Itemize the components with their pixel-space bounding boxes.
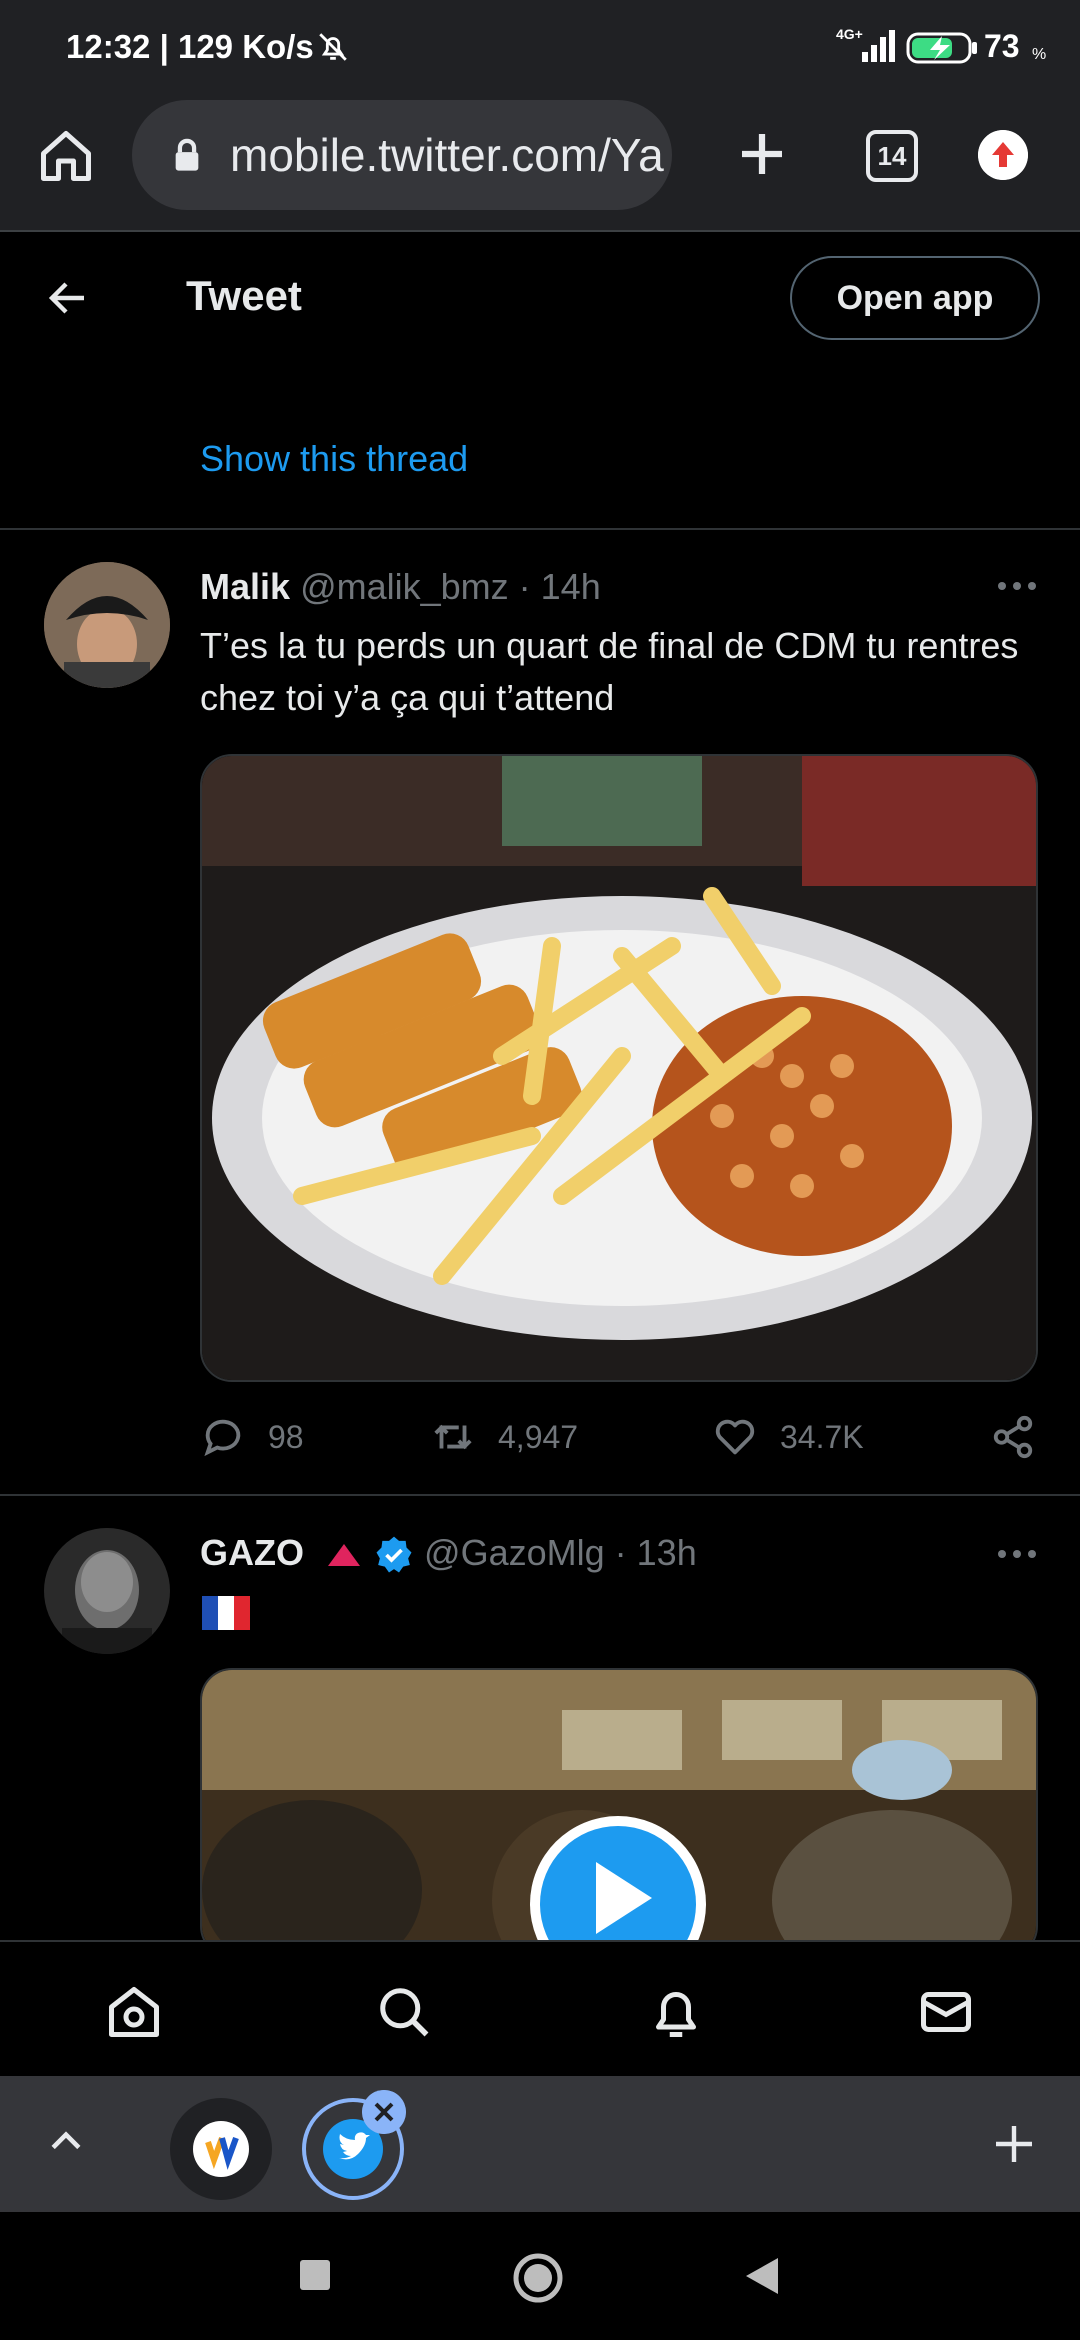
bottom-navigation [0, 1940, 1080, 2076]
verified-badge-icon [376, 1537, 412, 1573]
tweet-text: T’es la tu perds un quart de final de CD… [200, 625, 1019, 718]
author-name[interactable]: Malik [200, 566, 290, 607]
avatar[interactable] [44, 1528, 170, 1654]
reply-count: 98 [268, 1418, 304, 1455]
battery-charging-icon [906, 32, 977, 64]
status-time: 12:32 | 129 Ko/s [66, 28, 314, 65]
bell-muted-icon [319, 33, 347, 61]
retweet-count: 4,947 [498, 1418, 579, 1455]
author-handle[interactable]: @GazoMlg [424, 1532, 605, 1573]
page-title: Tweet [186, 272, 302, 319]
plus-icon[interactable] [990, 2120, 1038, 2168]
author-name[interactable]: GAZO [200, 1532, 304, 1573]
divider [0, 528, 1080, 530]
tweet-photo[interactable] [200, 754, 1038, 1382]
tweet-time[interactable]: · 14h [519, 566, 601, 607]
tweet-author-line: Malik @malik_bmz · 14h [200, 566, 601, 608]
signal-icon [862, 30, 895, 62]
tweet-author-line: GAZO @GazoMlg · 13h [200, 1532, 697, 1575]
jv-logo-icon [193, 2121, 249, 2177]
battery-unit: % [1032, 46, 1047, 63]
retweet-icon [434, 1424, 472, 1450]
status-bar: 12:32 | 129 Ko/s 4G+ 73 % [0, 0, 1080, 96]
tweet-header: Tweet Open app [0, 234, 1080, 362]
notifications-icon[interactable] [646, 1982, 706, 2042]
reply-icon [204, 1419, 241, 1457]
back-triangle-icon[interactable] [744, 2256, 780, 2296]
show-thread-link[interactable]: Show this thread [200, 438, 468, 480]
more-icon[interactable] [992, 1544, 1042, 1564]
address-bar[interactable]: mobile.twitter.com/Ya [132, 100, 672, 210]
open-app-button[interactable]: Open app [790, 256, 1040, 340]
back-arrow-icon[interactable] [44, 274, 92, 322]
recents-icon[interactable] [298, 2258, 332, 2292]
tab-switcher-button[interactable]: 14 [866, 130, 918, 182]
browser-tab-strip [0, 2076, 1080, 2212]
close-tab-icon[interactable] [362, 2090, 406, 2134]
play-button-icon[interactable] [526, 1812, 710, 1940]
author-handle[interactable]: @malik_bmz [300, 566, 509, 607]
tab-jeuxvideo[interactable] [170, 2098, 272, 2200]
reply-action[interactable]: 98 [200, 1412, 304, 1462]
retweet-action[interactable]: 4,947 [430, 1412, 578, 1462]
plus-icon[interactable] [732, 124, 792, 184]
share-icon[interactable] [990, 1412, 1036, 1462]
more-icon[interactable] [992, 576, 1042, 596]
like-count: 34.7K [780, 1418, 864, 1455]
home-circle-icon[interactable] [512, 2252, 564, 2304]
avatar-image [44, 1528, 170, 1654]
chevron-up-icon[interactable] [44, 2120, 88, 2164]
like-action[interactable]: 34.7K [712, 1412, 864, 1462]
food-photo [202, 756, 1036, 1380]
messages-icon[interactable] [916, 1982, 976, 2042]
home-icon[interactable] [36, 126, 96, 186]
heart-icon [715, 1419, 755, 1455]
france-flag-icon [202, 1596, 250, 1630]
url-text: mobile.twitter.com/Ya [230, 129, 664, 181]
divider [0, 1494, 1080, 1496]
avatar-image [44, 562, 170, 688]
search-icon[interactable] [374, 1982, 434, 2042]
home-icon[interactable] [104, 1982, 164, 2042]
triangle-icon [328, 1544, 361, 1567]
lock-icon [175, 138, 199, 171]
tweet-time[interactable]: · 13h [615, 1532, 697, 1573]
avatar[interactable] [44, 562, 170, 688]
browser-toolbar: mobile.twitter.com/Ya 14 [0, 96, 1080, 232]
battery-level: 73 [984, 28, 1020, 64]
system-navigation [0, 2212, 1080, 2340]
update-icon[interactable] [978, 130, 1028, 180]
